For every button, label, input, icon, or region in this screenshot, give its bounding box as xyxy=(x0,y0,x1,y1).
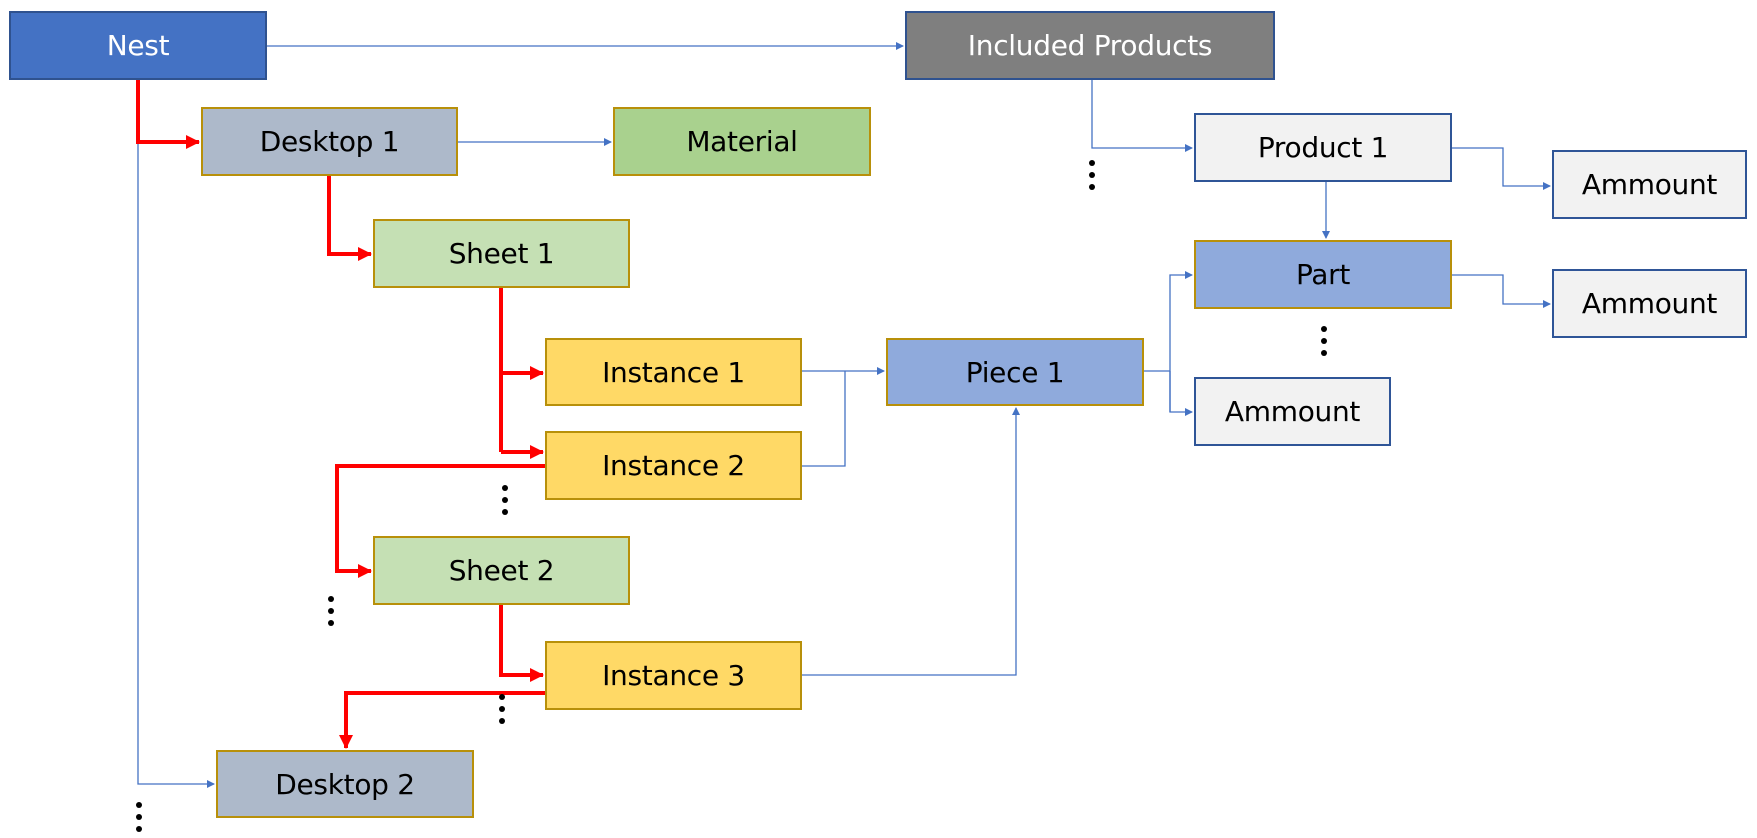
edge-instance3-desktop2 xyxy=(339,691,545,749)
ellipsis-more-parts xyxy=(1321,326,1327,362)
node-instance-1[interactable]: Instance 1 xyxy=(545,338,802,406)
edge-sheet2-instance3 xyxy=(499,605,544,682)
node-label: Instance 3 xyxy=(602,659,745,692)
node-part[interactable]: Part xyxy=(1194,240,1452,309)
node-piece-1[interactable]: Piece 1 xyxy=(886,338,1144,406)
node-label: Included Products xyxy=(967,29,1213,62)
node-label: Part xyxy=(1295,258,1351,291)
ellipsis-more-desktops xyxy=(136,802,142,838)
node-nest[interactable]: Nest xyxy=(9,11,267,80)
node-product-ammount[interactable]: Ammount xyxy=(1552,150,1747,219)
node-label: Ammount xyxy=(1581,287,1718,320)
node-label: Instance 1 xyxy=(602,355,745,389)
node-material[interactable]: Material xyxy=(613,107,871,176)
node-instance-2[interactable]: Instance 2 xyxy=(545,431,802,500)
node-desktop-1[interactable]: Desktop 1 xyxy=(201,107,458,176)
edge-nest-desktop1 xyxy=(136,80,200,149)
ellipsis-more-products xyxy=(1089,160,1095,196)
edge-part-ammount xyxy=(1452,274,1551,308)
edge-product1-ammount xyxy=(1452,147,1551,190)
node-sheet-2[interactable]: Sheet 2 xyxy=(373,536,630,605)
node-label: Desktop 1 xyxy=(259,125,400,158)
node-label: Ammount xyxy=(1581,168,1718,201)
ellipsis-more-instances-sheet1 xyxy=(502,485,508,521)
edge-desktop1-sheet1 xyxy=(327,176,372,261)
node-part-ammount[interactable]: Ammount xyxy=(1552,269,1747,338)
edge-piece1-part xyxy=(1169,271,1193,412)
node-sheet-1[interactable]: Sheet 1 xyxy=(373,219,630,288)
edge-instance3-piece1 xyxy=(802,407,1020,676)
node-label: Instance 2 xyxy=(602,449,745,482)
edge-instance2-piece1 xyxy=(802,371,846,467)
ellipsis-more-instances-sheet2 xyxy=(499,694,505,730)
node-product-1[interactable]: Product 1 xyxy=(1194,113,1452,182)
node-label: Sheet 2 xyxy=(448,554,555,587)
node-piece-ammount[interactable]: Ammount xyxy=(1194,377,1391,446)
node-included-products[interactable]: Included Products xyxy=(905,11,1275,80)
node-desktop-2[interactable]: Desktop 2 xyxy=(216,750,474,818)
node-label: Sheet 1 xyxy=(448,237,555,270)
node-label: Material xyxy=(686,125,798,158)
node-label: Ammount xyxy=(1224,395,1361,428)
edge-nest-desktop2 xyxy=(137,142,215,788)
edge-piece1-ammount xyxy=(1169,371,1193,416)
edge-included-product1 xyxy=(1091,80,1193,152)
node-label: Desktop 2 xyxy=(275,767,415,801)
node-label: Nest xyxy=(106,29,170,62)
node-label: Product 1 xyxy=(1257,131,1389,164)
node-label: Piece 1 xyxy=(965,355,1065,389)
node-instance-3[interactable]: Instance 3 xyxy=(545,641,802,710)
ellipsis-more-sheets xyxy=(328,596,334,632)
